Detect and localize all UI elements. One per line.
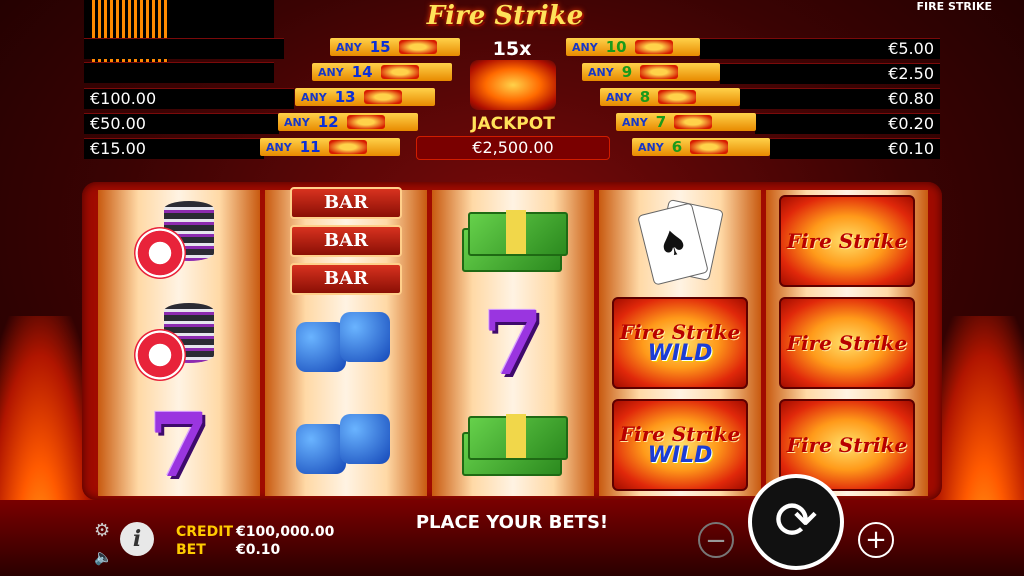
symbol-count: 9 [621, 63, 633, 81]
fire-strike-mini-icon [690, 140, 729, 154]
fire-strike-text: Fire Strike [786, 229, 908, 253]
dice-symbol [265, 292, 427, 394]
fire-strike-text: Fire Strike [786, 433, 908, 457]
paytable-row-14: ANY 14 [312, 63, 452, 81]
any-label: ANY [318, 65, 344, 79]
paytable-row-9: ANY 9 [582, 63, 720, 81]
bar-label: BAR [290, 187, 402, 219]
wild-text: WILD [647, 341, 713, 366]
dice-symbol [265, 394, 427, 496]
prize-left-1: €100.00 [90, 89, 157, 108]
chips-symbol [98, 190, 260, 292]
jackpot-label: JACKPOT [471, 114, 555, 134]
reel-3: 7 [432, 190, 594, 496]
prize-right-3: €0.80 [888, 89, 934, 108]
paytable-row-12: ANY 12 [278, 113, 418, 131]
fire-strike-mini-icon [640, 65, 679, 79]
any-label: ANY [572, 40, 598, 54]
symbol-count: 15 [369, 38, 391, 56]
fire-strike-mini-icon [658, 90, 697, 104]
paytable-strip [84, 62, 274, 83]
paytable-row-8: ANY 8 [600, 88, 740, 106]
paytable-row-10: ANY 10 [566, 38, 700, 56]
credit-label: CREDIT [176, 524, 233, 540]
fire-strike-mini-icon [346, 115, 385, 129]
fire-strike-text: Fire Strike [619, 320, 741, 344]
triple-bar-symbol: BAR BAR BAR [265, 187, 427, 295]
any-label: ANY [622, 115, 648, 129]
seven-glyph: 7 [148, 393, 210, 497]
symbol-count: 13 [334, 88, 356, 106]
paytable-row-11: ANY 11 [260, 138, 400, 156]
prize-left-3: €15.00 [90, 139, 146, 158]
prize-right-4: €0.20 [888, 114, 934, 133]
symbol-count: 14 [351, 63, 373, 81]
fire-strike-mini-icon [328, 140, 367, 154]
fire-strike-wild-symbol: Fire Strike WILD [599, 394, 761, 496]
chips-symbol [98, 292, 260, 394]
reel-4: ♠ ♠ Fire Strike WILD Fire Strike WILD [599, 190, 761, 496]
fire-strike-mini-icon [363, 90, 402, 104]
fire-strike-mini-icon [634, 40, 673, 54]
cash-symbol [432, 394, 594, 496]
reel-5: Fire Strike Fire Strike Fire Strike [766, 190, 928, 496]
fire-strike-symbol: Fire Strike [766, 190, 928, 292]
fire-strike-wild-logo [470, 60, 556, 110]
jackpot-multiplier: 15x [492, 38, 532, 60]
paytable-strip [84, 38, 284, 59]
prize-right-2: €2.50 [888, 64, 934, 83]
bar-label: BAR [290, 263, 402, 295]
paytable-row-7: ANY 7 [616, 113, 756, 131]
game-title: FIRE STRIKE [916, 0, 992, 13]
seven-symbol: 7 [98, 394, 260, 496]
prize-left-2: €50.00 [90, 114, 146, 133]
symbol-count: 12 [317, 113, 339, 131]
fire-strike-wild-symbol: Fire Strike WILD [599, 292, 761, 394]
prize-right-5: €0.10 [888, 139, 934, 158]
any-label: ANY [336, 40, 362, 54]
spin-button[interactable]: ⟳ [748, 474, 844, 570]
reel-2: BAR BAR BAR [265, 187, 427, 496]
fire-strike-mini-icon [674, 115, 713, 129]
symbol-count: 10 [605, 38, 627, 56]
info-button[interactable]: i [120, 522, 154, 556]
paytable-row-6: ANY 6 [632, 138, 770, 156]
symbol-count: 7 [655, 113, 667, 131]
increase-bet-button[interactable]: + [858, 522, 894, 558]
bet-label: BET [176, 542, 206, 558]
seven-glyph: 7 [482, 291, 544, 395]
fire-strike-mini-icon [380, 65, 419, 79]
prize-right-1: €5.00 [888, 39, 934, 58]
any-label: ANY [606, 90, 632, 104]
cash-symbol [432, 190, 594, 292]
status-message: PLACE YOUR BETS! [415, 512, 609, 533]
fire-strike-text: Fire Strike [619, 422, 741, 446]
bet-value: €0.10 [236, 542, 281, 558]
fire-strike-symbol: Fire Strike [766, 292, 928, 394]
game-logo: Fire Strike [426, 1, 584, 31]
any-label: ANY [284, 115, 310, 129]
seven-symbol: 7 [432, 292, 594, 394]
credit-value: €100,000.00 [236, 524, 335, 540]
any-label: ANY [638, 140, 664, 154]
paytable-row-13: ANY 13 [295, 88, 435, 106]
any-label: ANY [588, 65, 614, 79]
any-label: ANY [301, 90, 327, 104]
wild-text: WILD [647, 443, 713, 468]
symbol-count: 6 [671, 138, 683, 156]
speaker-icon[interactable]: 🔈 [94, 548, 113, 566]
jackpot-value: €2,500.00 [416, 136, 610, 160]
decrease-bet-button[interactable]: − [698, 522, 734, 558]
cards-symbol: ♠ ♠ [599, 190, 761, 292]
paytable-row-15: ANY 15 [330, 38, 460, 56]
bar-label: BAR [290, 225, 402, 257]
gear-icon[interactable]: ⚙ [94, 520, 110, 541]
fire-strike-text: Fire Strike [786, 331, 908, 355]
any-label: ANY [266, 140, 292, 154]
reel-1: 7 [98, 190, 260, 496]
symbol-count: 8 [639, 88, 651, 106]
symbol-count: 11 [299, 138, 321, 156]
fire-strike-mini-icon [398, 40, 437, 54]
